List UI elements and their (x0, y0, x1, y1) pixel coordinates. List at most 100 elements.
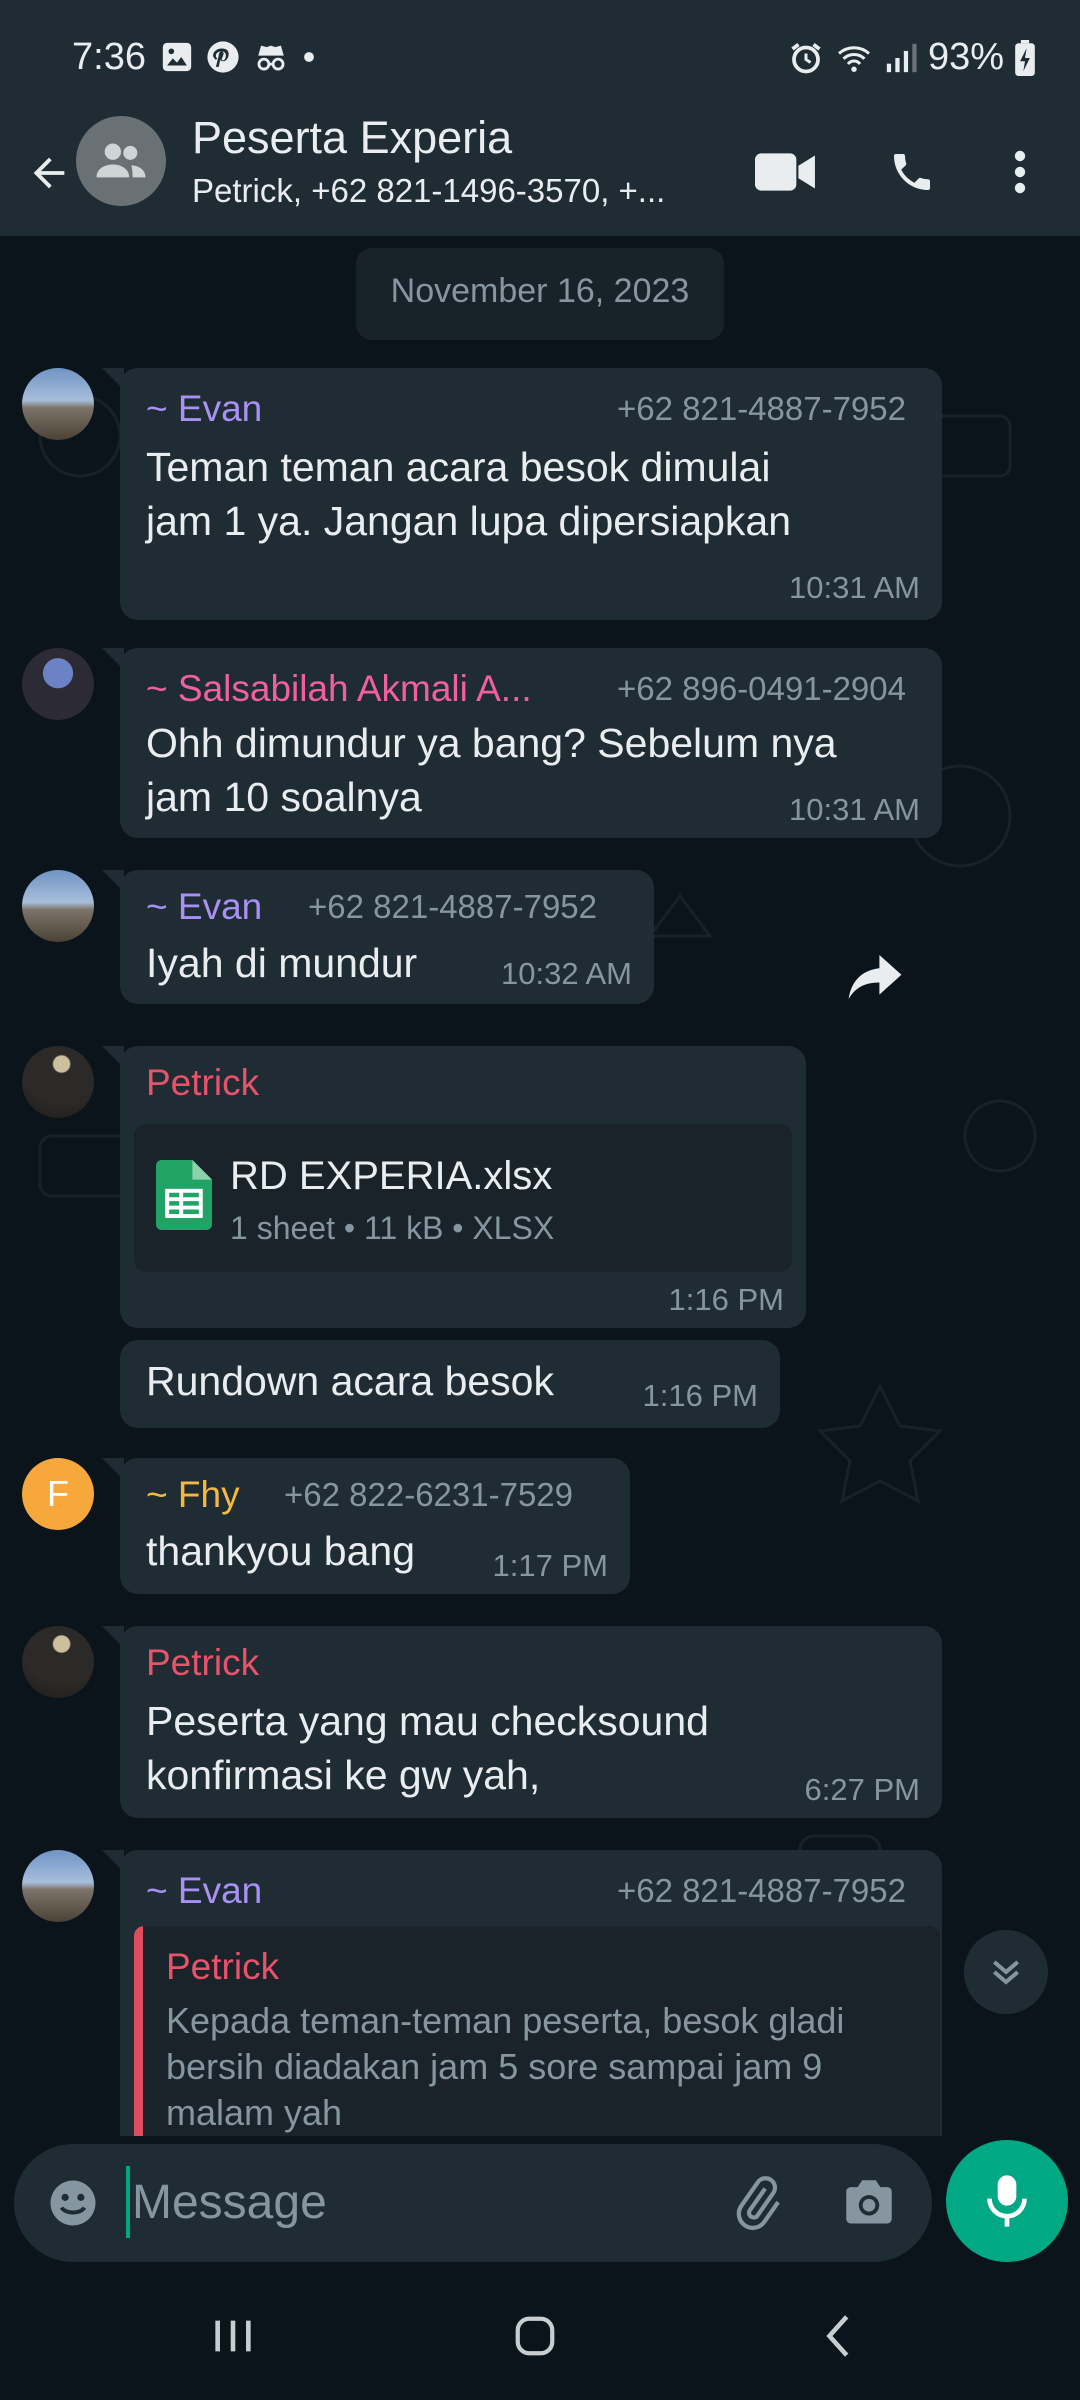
message-sender[interactable]: ~ Salsabilah Akmali A... (146, 668, 532, 710)
spreadsheet-file-icon (156, 1160, 212, 1230)
avatar-petrick[interactable] (22, 1626, 94, 1698)
back-button[interactable] (16, 138, 82, 208)
message-time: 1:16 PM (642, 1378, 758, 1413)
video-call-button[interactable] (744, 130, 828, 214)
chat-participants[interactable]: Petrick, +62 821-1496-3570, +... (192, 172, 732, 210)
message-sender[interactable]: ~ Evan (146, 886, 262, 928)
message-line: jam 1 ya. Jangan lupa dipersiapkan (146, 498, 792, 544)
forward-icon (848, 955, 902, 999)
message-input[interactable] (132, 2164, 692, 2240)
file-meta: 1 sheet • 11 kB • XLSX (230, 1210, 555, 1246)
group-avatar[interactable] (76, 116, 166, 206)
recents-icon (215, 2320, 251, 2352)
message-sender-phone: +62 822-6231-7529 (284, 1476, 574, 1513)
message-bubble-reply[interactable]: ~ Evan +62 821-4887-7952 Petrick Kepada … (102, 1850, 942, 2136)
message-bubble[interactable]: Petrick Peserta yang mau checksound konf… (102, 1626, 942, 1818)
double-chevron-down-icon (993, 1960, 1019, 1985)
date-chip: November 16, 2023 (356, 248, 724, 340)
message-text: Ohh dimundur ya bang? Sebelum nya jam 10… (146, 716, 837, 824)
message-text: Peserta yang mau checksound konfirmasi k… (146, 1694, 709, 1802)
file-attachment[interactable]: RD EXPERIA.xlsx 1 sheet • 11 kB • XLSX (134, 1124, 792, 1272)
message-bubble[interactable]: ~ Evan +62 821-4887-7952 Iyah di mundur … (102, 870, 654, 1004)
message-line: Ohh dimundur ya bang? Sebelum nya (146, 720, 837, 766)
quoted-text: Kepada teman-teman peserta, besok gladi … (166, 1998, 926, 2136)
chat-header: Peserta Experia Petrick, +62 821-1496-35… (0, 112, 1080, 236)
group-icon (96, 143, 146, 178)
chat-messages[interactable]: November 16, 2023 ~ Evan +62 821-4887-79… (0, 236, 1080, 2136)
system-back-button[interactable] (784, 2296, 894, 2376)
message-text: Rundown acara besok (146, 1358, 554, 1404)
more-options-button[interactable] (980, 130, 1060, 214)
message-sender[interactable]: ~ Fhy (146, 1474, 240, 1516)
dot-icon (304, 52, 314, 62)
chevron-left-icon (826, 2315, 849, 2357)
message-time: 10:31 AM (789, 792, 920, 827)
incognito-icon (257, 45, 285, 71)
chat-title[interactable]: Peserta Experia (192, 112, 512, 164)
quote-accent-bar (134, 1926, 143, 2136)
file-name: RD EXPERIA.xlsx (230, 1154, 553, 1198)
message-sender[interactable]: Petrick (146, 1642, 259, 1684)
avatar-salsabilah[interactable] (22, 648, 94, 720)
status-time: 7:36 (72, 36, 146, 78)
emoji-icon (50, 2180, 96, 2226)
wifi-icon (837, 45, 870, 72)
quoted-sender: Petrick (166, 1946, 280, 1987)
avatar-evan[interactable] (22, 368, 94, 440)
video-call-icon (755, 153, 815, 191)
text-caret (126, 2166, 130, 2238)
message-line: jam 10 soalnya (146, 774, 422, 820)
voice-record-button[interactable] (946, 2140, 1068, 2262)
message-sender-phone: +62 821-4887-7952 (308, 888, 598, 925)
message-text: thankyou bang (146, 1528, 416, 1574)
message-bubble[interactable]: ~ Fhy +62 822-6231-7529 thankyou bang 1:… (102, 1458, 630, 1594)
camera-icon (846, 2180, 892, 2224)
message-text: Iyah di mundur (146, 940, 418, 986)
avatar-evan[interactable] (22, 1850, 94, 1922)
message-time: 6:27 PM (804, 1772, 920, 1807)
message-sender[interactable]: ~ Evan (146, 388, 262, 430)
emoji-button[interactable] (38, 2168, 108, 2238)
quoted-line: Kepada teman-teman peserta, besok gladi (166, 2000, 845, 2041)
avatar-petrick[interactable] (22, 1046, 94, 1118)
status-system-icons: 93% (788, 36, 1036, 79)
battery-charging-icon (1015, 39, 1035, 76)
paperclip-icon (736, 2176, 780, 2230)
message-time: 1:17 PM (492, 1548, 608, 1583)
microphone-icon (987, 2175, 1027, 2227)
quoted-line: bersih diadakan jam 5 sore sampai jam 9 (166, 2046, 823, 2087)
message-sender[interactable]: ~ Evan (146, 1870, 262, 1912)
quoted-line: malam yah (166, 2092, 343, 2133)
forward-button[interactable] (840, 942, 910, 1012)
alarm-icon (791, 42, 821, 73)
message-time: 1:16 PM (668, 1282, 784, 1317)
message-sender-phone: +62 821-4887-7952 (616, 390, 906, 427)
message-sender[interactable]: Petrick (146, 1062, 259, 1104)
scroll-to-bottom-button[interactable] (964, 1930, 1048, 2014)
message-composer (14, 2144, 932, 2262)
message-bubble[interactable]: Rundown acara besok 1:16 PM (120, 1340, 780, 1428)
recents-button[interactable] (178, 2296, 288, 2376)
attach-button[interactable] (720, 2166, 794, 2240)
voice-call-button[interactable] (870, 130, 954, 214)
more-vert-icon (1014, 150, 1026, 194)
back-arrow-icon (33, 157, 65, 189)
signal-icon (886, 43, 917, 72)
message-line: Peserta yang mau checksound (146, 1698, 709, 1744)
voice-call-icon (894, 154, 930, 190)
message-sender-phone: +62 821-4887-7952 (616, 1872, 906, 1909)
battery-percent: 93% (927, 36, 1004, 78)
home-button[interactable] (480, 2296, 590, 2376)
avatar-evan[interactable] (22, 870, 94, 942)
message-sender-phone: +62 896-0491-2904 (616, 670, 906, 707)
message-text: Teman teman acara besok dimulai jam 1 ya… (146, 440, 791, 548)
home-icon (515, 2316, 555, 2356)
message-bubble[interactable]: ~ Evan +62 821-4887-7952 Teman teman aca… (102, 368, 942, 620)
message-bubble[interactable]: ~ Salsabilah Akmali A... +62 896-0491-29… (102, 648, 942, 838)
camera-button[interactable] (832, 2166, 906, 2240)
gallery-icon (162, 42, 192, 72)
message-bubble-file[interactable]: Petrick RD EXPERIA.xlsx 1 sheet • 11 kB … (102, 1046, 806, 1328)
avatar-fhy[interactable]: F (22, 1458, 94, 1530)
quoted-message[interactable]: Petrick Kepada teman-teman peserta, beso… (134, 1926, 940, 2136)
date-chip-label: November 16, 2023 (390, 272, 690, 310)
